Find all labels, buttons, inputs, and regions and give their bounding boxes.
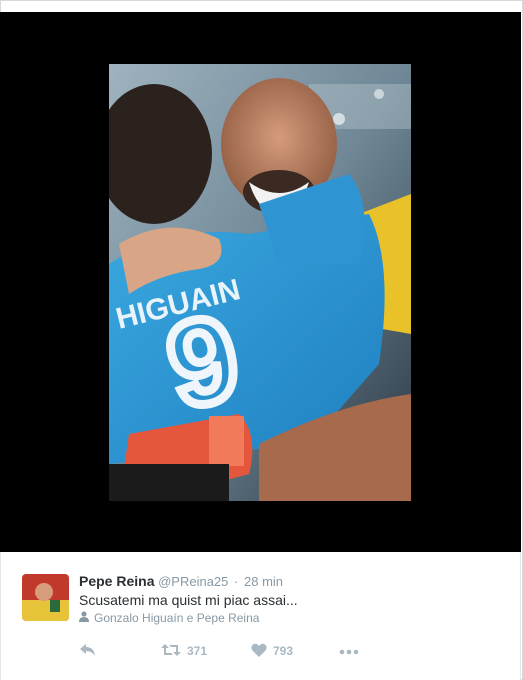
more-button[interactable]: [339, 644, 359, 658]
tagged-names: Gonzalo Higuaín e Pepe Reina: [94, 611, 260, 625]
media-viewer: HIGUAIN 9: [0, 12, 521, 552]
tagged-people[interactable]: Gonzalo Higuaín e Pepe Reina: [79, 611, 259, 625]
reply-icon: [79, 643, 97, 660]
more-icon: [339, 644, 359, 658]
reply-button[interactable]: [79, 643, 161, 660]
tweet-text: Scusatemi ma quist mi piac assai...: [79, 592, 298, 608]
tweet-card: HIGUAIN 9 Pepe Reina @PReina25 · 28 min …: [0, 0, 523, 680]
like-button[interactable]: 793: [251, 643, 339, 660]
separator: ·: [234, 574, 239, 589]
like-count: 793: [273, 644, 294, 658]
tweet-actions: 371 793: [79, 642, 359, 660]
author-name[interactable]: Pepe Reina: [79, 573, 154, 589]
timestamp[interactable]: 28 min: [244, 574, 283, 589]
tweet-details: Pepe Reina @PReina25 · 28 min Scusatemi …: [0, 552, 521, 680]
avatar[interactable]: [22, 574, 69, 621]
author-handle[interactable]: @PReina25: [158, 574, 228, 589]
tweet-photo[interactable]: HIGUAIN 9: [109, 64, 411, 501]
tweet-header: Pepe Reina @PReina25 · 28 min: [79, 573, 283, 589]
retweet-button[interactable]: 371: [161, 643, 251, 660]
retweet-icon: [161, 643, 181, 660]
person-tag-icon: [79, 611, 89, 625]
retweet-count: 371: [187, 644, 208, 658]
like-icon: [251, 643, 267, 660]
